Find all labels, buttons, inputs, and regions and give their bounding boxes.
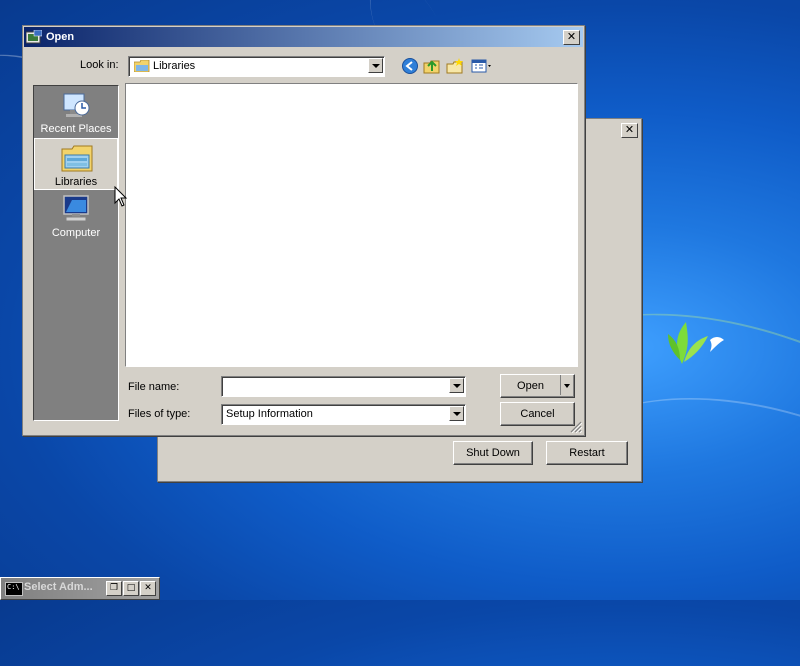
open-file-dialog: Open ✕ Look in: Libraries Recent Places … <box>22 25 585 436</box>
cancel-button[interactable]: Cancel <box>500 402 575 426</box>
look-in-label: Look in: <box>80 59 119 71</box>
place-label: Computer <box>51 227 101 239</box>
file-name-label: File name: <box>128 381 180 393</box>
file-list-view[interactable] <box>125 83 578 367</box>
files-of-type-label: Files of type: <box>128 408 191 420</box>
files-of-type-dropdown[interactable]: Setup Information <box>221 404 466 425</box>
new-folder-icon[interactable] <box>446 57 464 75</box>
look-in-value: Libraries <box>153 60 196 72</box>
shut-down-button[interactable]: Shut Down <box>453 441 533 465</box>
wallpaper-leaf-icon <box>668 322 724 364</box>
place-computer[interactable]: Computer <box>34 190 118 242</box>
open-split-arrow-icon[interactable] <box>560 375 574 395</box>
computer-icon <box>63 195 89 222</box>
minimized-window-title: Select Adm... <box>24 581 93 593</box>
place-label: Libraries <box>54 176 98 188</box>
restart-button[interactable]: Restart <box>546 441 628 465</box>
place-libraries[interactable]: Libraries <box>34 138 118 190</box>
files-of-type-value: Setup Information <box>226 408 313 420</box>
places-bar: Recent Places Libraries Computer <box>33 85 119 421</box>
minimized-console-window[interactable]: Select Adm... ❐ □ ✕ <box>0 577 160 600</box>
libraries-folder-icon <box>134 60 150 72</box>
open-button-label: Open <box>517 380 544 392</box>
open-dialog-app-icon <box>26 30 42 44</box>
restore-icon[interactable]: ❐ <box>106 581 122 596</box>
maximize-icon[interactable]: □ <box>123 581 139 596</box>
place-recent-places[interactable]: Recent Places <box>34 86 118 138</box>
close-icon[interactable]: ✕ <box>140 581 156 596</box>
chevron-down-icon[interactable] <box>449 406 464 421</box>
place-label: Recent Places <box>40 123 112 135</box>
chevron-down-icon[interactable] <box>368 58 383 73</box>
open-dialog-title: Open <box>46 31 75 43</box>
open-button[interactable]: Open <box>500 374 575 398</box>
open-dialog-titlebar: Open ✕ <box>24 27 583 47</box>
file-name-input[interactable] <box>221 376 466 397</box>
console-icon <box>5 582 23 596</box>
back-icon[interactable] <box>401 57 419 75</box>
libraries-icon <box>61 145 93 172</box>
shutdown-dialog-close-button[interactable]: ✕ <box>621 123 638 138</box>
chevron-down-icon[interactable] <box>449 378 464 393</box>
resize-grip-icon[interactable] <box>570 421 582 433</box>
mouse-pointer-icon <box>114 186 128 207</box>
open-dialog-close-button[interactable]: ✕ <box>563 30 580 45</box>
view-menu-icon[interactable] <box>471 57 495 75</box>
recent-places-icon <box>63 93 90 117</box>
up-folder-icon[interactable] <box>423 57 441 75</box>
look-in-dropdown[interactable]: Libraries <box>128 56 385 77</box>
